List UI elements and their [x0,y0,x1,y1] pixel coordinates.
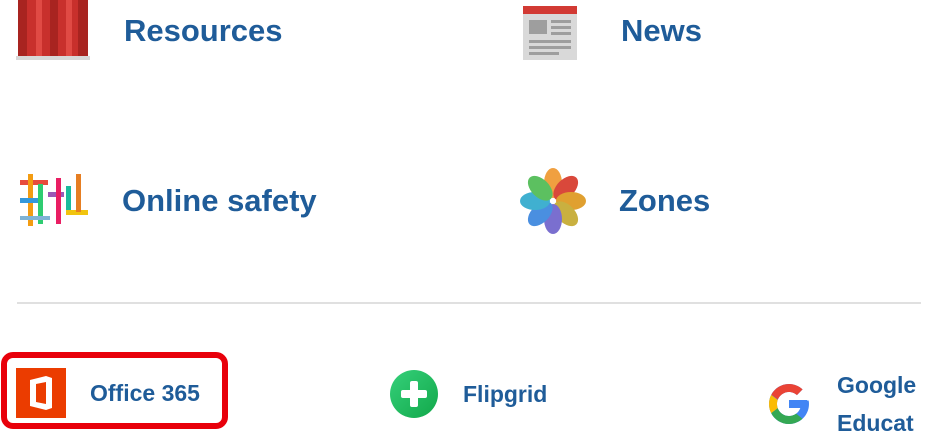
highlight-box [1,352,228,429]
tile-zones-label: Zones [619,183,711,218]
app-google-label: Google Educat [837,366,916,442]
tile-zones[interactable]: Zones [519,168,710,234]
resources-icon [16,0,90,62]
tile-resources[interactable]: Resources [16,0,283,62]
app-google-education[interactable]: Google Educat [765,372,916,436]
tile-resources-label: Resources [124,13,283,48]
app-google-label-line1: Google [837,372,917,398]
section-divider [17,302,921,304]
app-flipgrid[interactable]: Flipgrid [389,369,547,419]
tile-news-label: News [621,13,702,48]
app-flipgrid-label: Flipgrid [463,380,548,407]
google-icon [765,380,813,428]
flipgrid-icon [389,369,439,419]
tile-online-safety-label: Online safety [122,183,317,218]
app-google-label-line2: Educat [837,410,914,436]
online-safety-icon [18,170,90,232]
newspaper-icon [521,0,579,62]
tile-online-safety[interactable]: Online safety [18,170,317,232]
tile-news[interactable]: News [521,0,702,62]
zones-flower-icon [519,168,587,234]
